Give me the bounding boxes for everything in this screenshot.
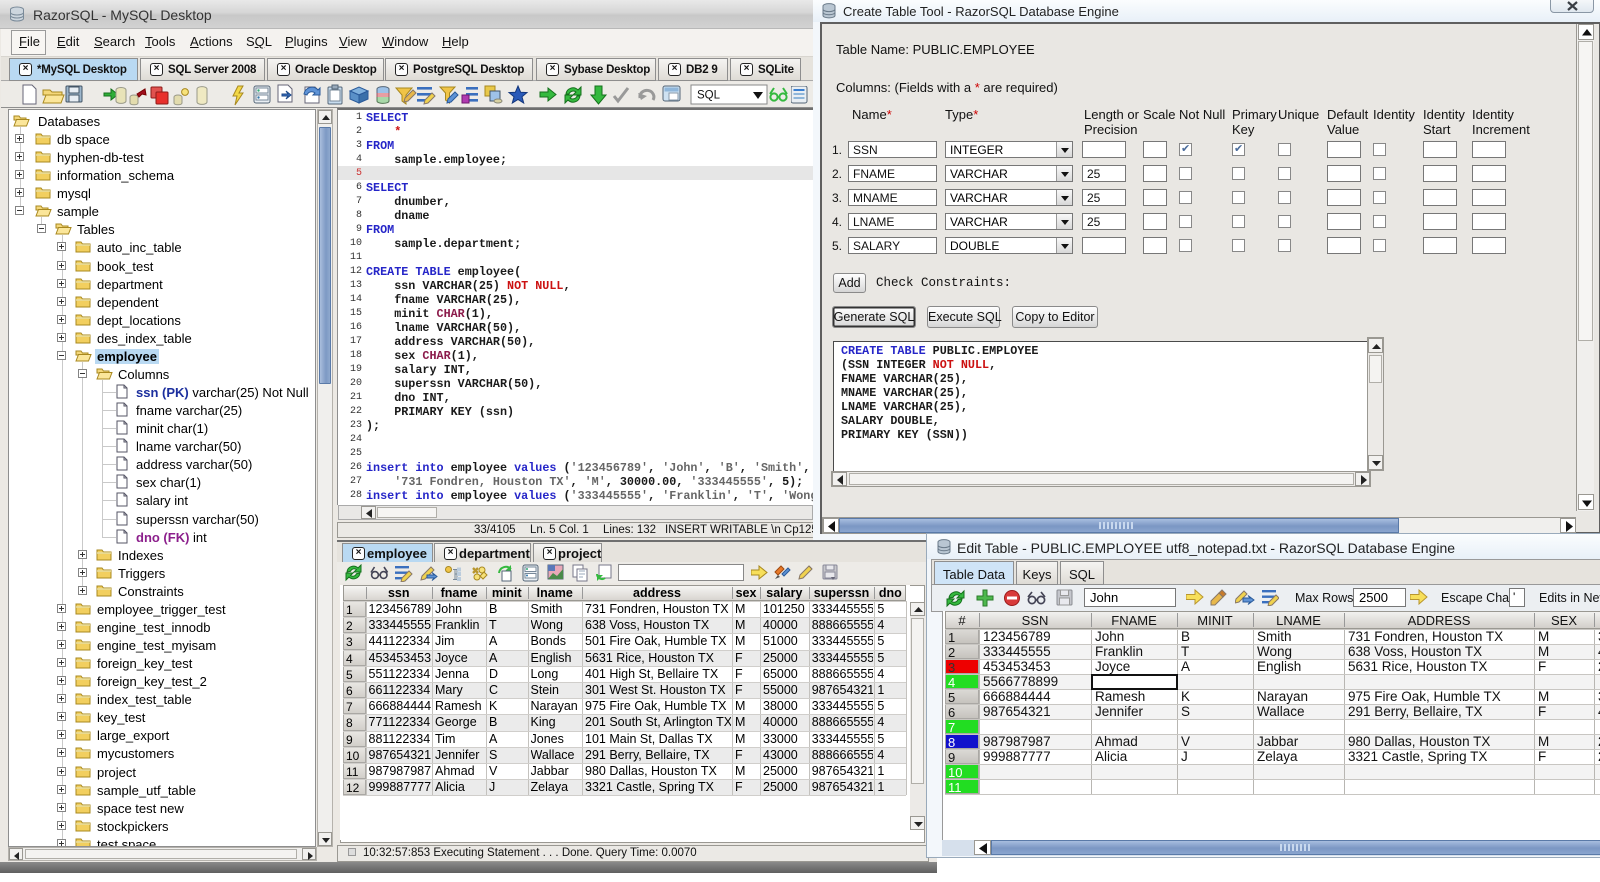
svg-text:SQL: SQL <box>697 90 721 102</box>
